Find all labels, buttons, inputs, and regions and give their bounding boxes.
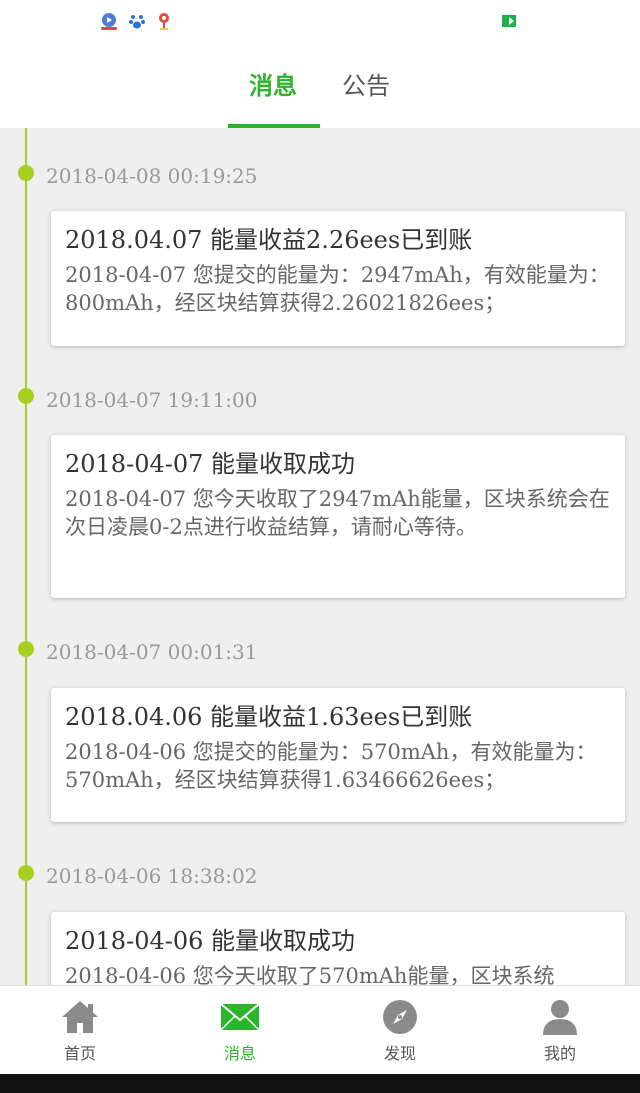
message-body: 2018-04-07 您提交的能量为：2947mAh，有效能量为：800mAh，… [65, 263, 610, 315]
message-body: 2018-04-06 您今天收取了570mAh能量，区块系统 [65, 964, 555, 985]
tab-bar: 消息 公告 [0, 44, 640, 128]
green-flag-icon [502, 15, 516, 27]
system-navigation-bar [0, 1074, 640, 1093]
message-timeline[interactable]: 2018-04-08 00:19:25 2018.04.07 能量收益2.26e… [0, 128, 640, 985]
message-timestamp: 2018-04-07 19:11:00 [46, 388, 258, 412]
timeline-line [25, 128, 27, 985]
timeline-dot [18, 641, 34, 657]
paw-app-icon [129, 15, 145, 29]
home-icon [62, 1001, 98, 1033]
message-body: 2018-04-07 您今天收取了2947mAh能量，区块系统会在次日凌晨0-2… [65, 487, 610, 539]
status-bar [0, 0, 640, 44]
message-body: 2018-04-06 您提交的能量为：570mAh，有效能量为：570mAh，经… [65, 740, 597, 792]
nav-label: 发现 [383, 1044, 416, 1063]
message-card[interactable]: 2018-04-06 能量收取成功 2018-04-06 您今天收取了570mA… [51, 912, 625, 985]
timeline-dot [18, 388, 34, 404]
timeline-dot [18, 165, 34, 181]
nav-label: 我的 [543, 1044, 576, 1063]
bottom-navigation: 首页 消息 发现 我的 [0, 985, 640, 1074]
mail-icon [220, 1003, 260, 1031]
compass-icon [383, 1000, 417, 1034]
nav-item-profile[interactable]: 我的 [480, 986, 640, 1075]
tab-notices[interactable]: 公告 [342, 68, 390, 104]
timeline-dot [18, 865, 34, 881]
message-title: 2018-04-07 能量收取成功 [65, 450, 356, 478]
nav-label: 首页 [63, 1044, 96, 1063]
message-title: 2018.04.07 能量收益2.26ees已到账 [65, 226, 473, 254]
message-timestamp: 2018-04-06 18:38:02 [46, 864, 258, 888]
tab-messages[interactable]: 消息 [249, 68, 297, 104]
message-timestamp: 2018-04-07 00:01:31 [46, 640, 258, 664]
message-title: 2018.04.06 能量收益1.63ees已到账 [65, 703, 473, 731]
nav-item-discover[interactable]: 发现 [320, 986, 480, 1075]
map-pin-app-icon [159, 13, 169, 30]
message-card[interactable]: 2018.04.07 能量收益2.26ees已到账 2018-04-07 您提交… [51, 211, 625, 346]
message-card[interactable]: 2018-04-07 能量收取成功 2018-04-07 您今天收取了2947m… [51, 435, 625, 598]
message-card[interactable]: 2018.04.06 能量收益1.63ees已到账 2018-04-06 您提交… [51, 688, 625, 822]
nav-label: 消息 [223, 1044, 256, 1063]
video-app-icon [101, 13, 117, 30]
user-icon [543, 1000, 577, 1035]
nav-item-home[interactable]: 首页 [0, 986, 160, 1075]
message-title: 2018-04-06 能量收取成功 [65, 927, 356, 955]
nav-item-messages[interactable]: 消息 [160, 986, 320, 1075]
message-timestamp: 2018-04-08 00:19:25 [46, 164, 258, 188]
